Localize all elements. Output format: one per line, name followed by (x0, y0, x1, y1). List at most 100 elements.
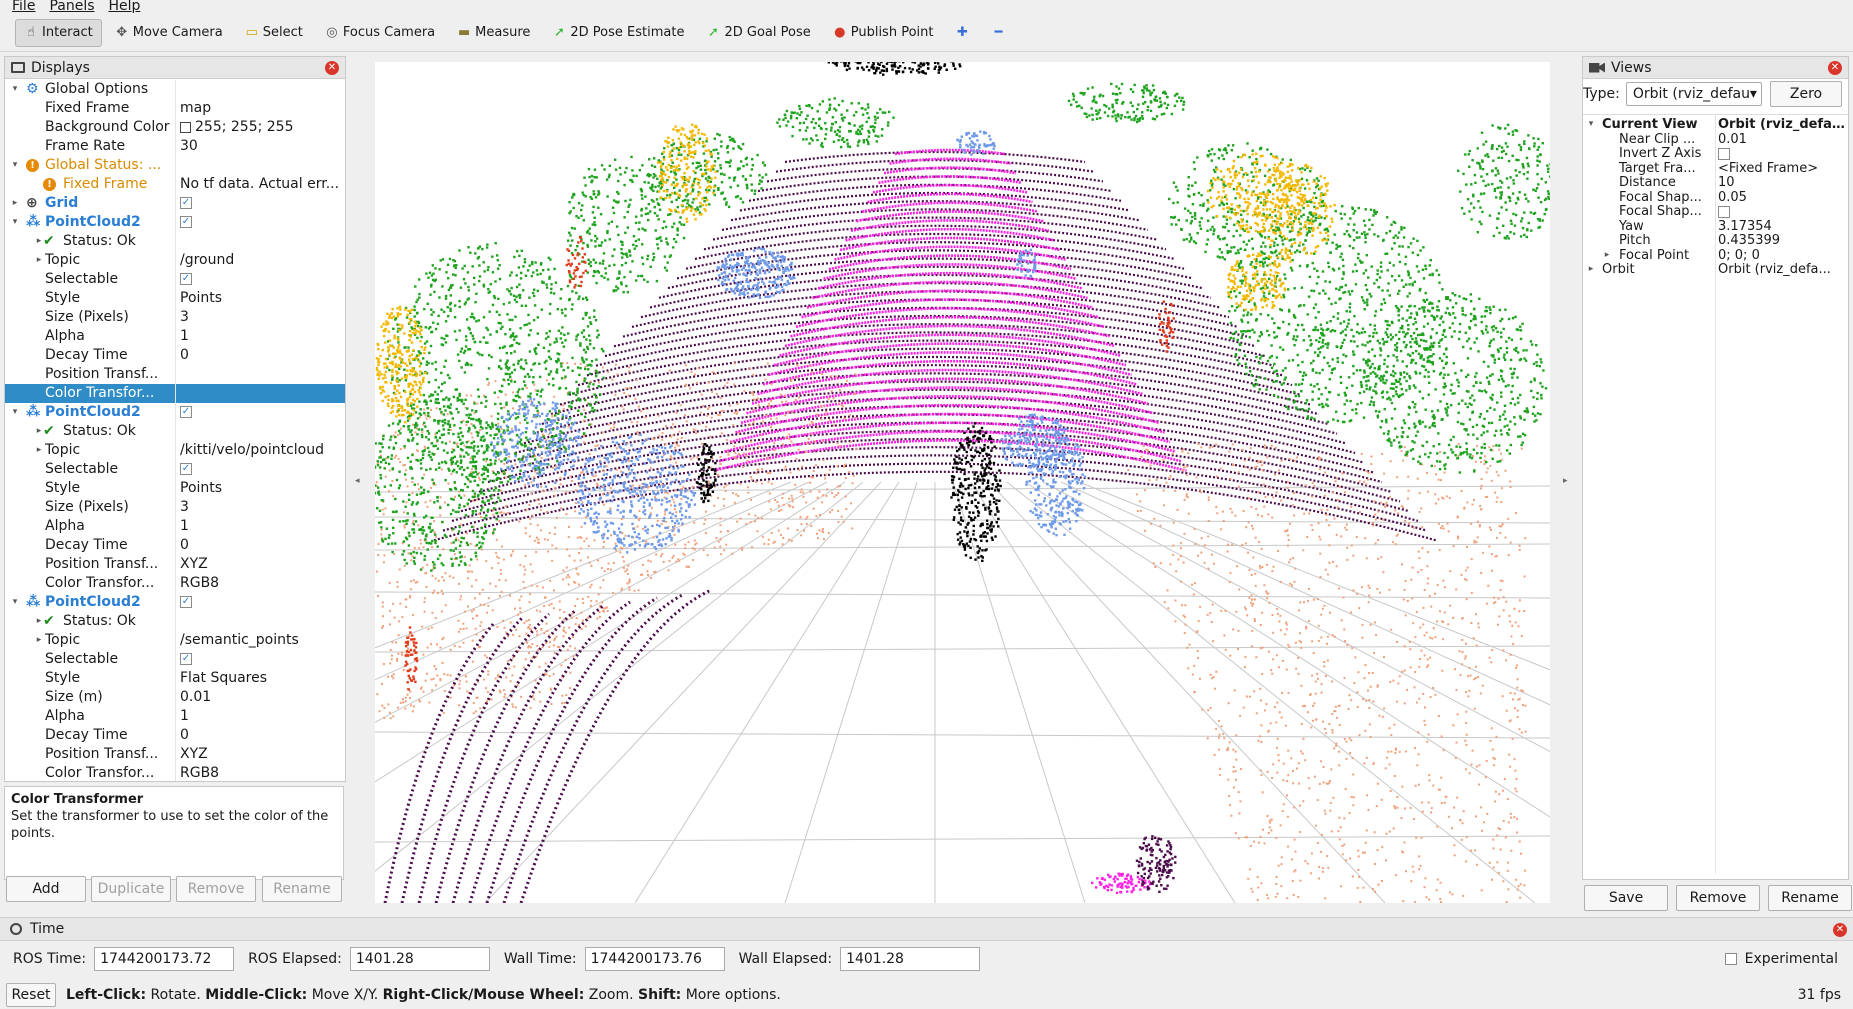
cloud-point (827, 397, 830, 400)
cloud-point (549, 357, 552, 361)
property-value[interactable]: 1 (180, 327, 345, 346)
property-value[interactable] (180, 232, 345, 251)
property-value[interactable] (180, 612, 345, 631)
enabled-checkbox[interactable]: ✓ (180, 216, 192, 228)
move-camera-tool[interactable]: ✥ Move Camera (106, 19, 232, 47)
cloud-point (468, 348, 472, 351)
property-value[interactable]: RGB8 (180, 574, 345, 593)
property-value[interactable]: ✓ (180, 650, 345, 669)
menu-file[interactable]: File (12, 0, 35, 14)
2d-goal-pose-tool[interactable]: ➚ 2D Goal Pose (697, 19, 819, 47)
property-value[interactable]: Points (180, 289, 345, 308)
enabled-checkbox[interactable]: ✓ (180, 463, 192, 475)
cloud-point (1363, 851, 1366, 854)
interact-tool[interactable]: ☝ Interact (15, 18, 102, 47)
2d-pose-estimate-tool[interactable]: ➚ 2D Pose Estimate (543, 19, 693, 47)
collapse-arrow-icon[interactable]: ▸ (33, 441, 45, 460)
property-value[interactable] (180, 156, 345, 175)
property-value[interactable] (180, 365, 345, 384)
add-button[interactable]: Add (6, 876, 86, 902)
property-value[interactable]: ✓ (180, 403, 345, 422)
property-value[interactable]: 3 (180, 308, 345, 327)
right-collapse-arrow[interactable]: ▸ (1563, 476, 1568, 486)
point-cloud-scene[interactable] (375, 62, 1550, 903)
property-value[interactable]: map (180, 99, 345, 118)
displays-title: Displays (31, 59, 90, 76)
cloud-point (830, 375, 833, 378)
property-value[interactable]: 3 (180, 498, 345, 517)
cloud-point (617, 233, 620, 237)
cloud-point (1187, 452, 1190, 455)
expand-arrow-icon[interactable]: ▾ (9, 403, 21, 422)
property-value[interactable] (180, 422, 345, 441)
menu-panels[interactable]: Panels (49, 0, 94, 14)
cloud-point (808, 142, 811, 145)
rename-display-button[interactable]: Rename (262, 876, 342, 902)
remove-tool-tool[interactable]: ━ (982, 19, 1014, 47)
property-value[interactable]: /ground (180, 251, 345, 270)
enabled-checkbox[interactable]: ✓ (180, 653, 192, 665)
color-swatch[interactable] (180, 121, 191, 133)
property-value[interactable]: 0 (180, 536, 345, 555)
collapse-arrow-icon[interactable]: ▸ (33, 631, 45, 650)
property-value[interactable]: RGB8 (180, 764, 345, 781)
property-value[interactable]: ✓ (180, 213, 345, 232)
cloud-point (545, 379, 548, 382)
property-value[interactable]: ✓ (180, 460, 345, 479)
cloud-point (437, 579, 440, 582)
add-tool-tool[interactable]: ✚ (946, 19, 978, 47)
enabled-checkbox[interactable]: ✓ (180, 273, 192, 285)
duplicate-button[interactable]: Duplicate (91, 876, 171, 902)
remove-display-button[interactable]: Remove (176, 876, 256, 902)
cloud-point (518, 283, 521, 286)
property-value[interactable]: /semantic_points (180, 631, 345, 650)
left-collapse-arrow[interactable]: ◂ (355, 476, 360, 486)
expand-arrow-icon[interactable]: ▾ (9, 213, 21, 232)
cloud-point (1426, 565, 1429, 568)
property-value[interactable]: Points (180, 479, 345, 498)
cloud-point (1383, 472, 1386, 475)
close-icon[interactable]: ✕ (325, 61, 339, 75)
cloud-point (628, 581, 631, 584)
property-value[interactable]: 1 (180, 707, 345, 726)
enabled-checkbox[interactable]: ✓ (180, 406, 192, 418)
cloud-point (396, 659, 398, 662)
property-value[interactable] (180, 80, 345, 99)
cloud-point (855, 110, 858, 114)
property-value[interactable]: ✓ (180, 593, 345, 612)
property-value[interactable]: No tf data. Actual err... (180, 175, 345, 194)
measure-tool[interactable]: ▬ Measure (448, 19, 539, 47)
cloud-point (396, 657, 399, 660)
property-value[interactable]: 30 (180, 137, 345, 156)
cloud-point (828, 468, 831, 471)
property-value[interactable]: /kitti/velo/pointcloud (180, 441, 345, 460)
collapse-arrow-icon[interactable]: ▸ (33, 251, 45, 270)
cloud-point (611, 206, 615, 209)
render-viewport[interactable] (375, 62, 1550, 903)
property-value[interactable]: 0 (180, 726, 345, 745)
property-value[interactable]: 1 (180, 517, 345, 536)
property-value[interactable]: XYZ (180, 745, 345, 764)
enabled-checkbox[interactable]: ✓ (180, 197, 192, 209)
cloud-point (1265, 703, 1268, 706)
focus-camera-tool[interactable]: ◎ Focus Camera (316, 19, 444, 47)
cloud-point (572, 206, 575, 210)
property-value[interactable]: 0.01 (180, 688, 345, 707)
property-value[interactable]: Flat Squares (180, 669, 345, 688)
cloud-point (539, 610, 542, 613)
cloud-point (1327, 573, 1329, 576)
expand-arrow-icon[interactable]: ▾ (9, 156, 21, 175)
select-tool[interactable]: ▭ Select (236, 19, 312, 47)
expand-arrow-icon[interactable]: ▾ (9, 80, 21, 99)
property-value[interactable]: XYZ (180, 555, 345, 574)
collapse-arrow-icon[interactable]: ▸ (9, 194, 21, 213)
expand-arrow-icon[interactable]: ▾ (9, 593, 21, 612)
property-value[interactable]: ✓ (180, 270, 345, 289)
property-value[interactable]: 255; 255; 255 (180, 118, 345, 137)
property-value[interactable] (180, 384, 345, 403)
menu-help[interactable]: Help (109, 0, 141, 14)
publish-point-tool[interactable]: ● Publish Point (824, 19, 943, 47)
enabled-checkbox[interactable]: ✓ (180, 596, 192, 608)
property-value[interactable]: 0 (180, 346, 345, 365)
property-value[interactable]: ✓ (180, 194, 345, 213)
